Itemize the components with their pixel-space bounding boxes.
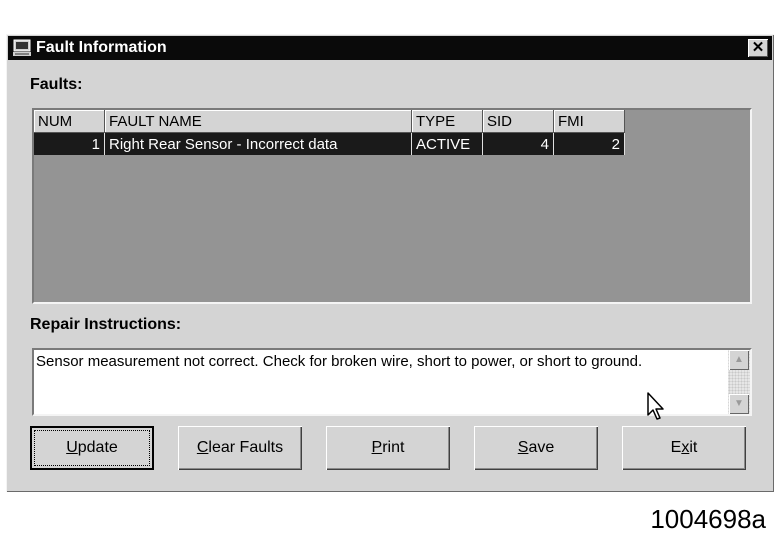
column-header-sid[interactable]: SID bbox=[482, 110, 554, 133]
print-label: rint bbox=[382, 439, 405, 456]
clear-faults-label: lear Faults bbox=[208, 439, 284, 456]
repair-instructions-textarea[interactable]: Sensor measurement not correct. Check fo… bbox=[32, 348, 752, 416]
exit-label-start: E bbox=[670, 439, 682, 456]
faults-list[interactable]: NUM FAULT NAME TYPE SID FMI 1 Right Rear… bbox=[32, 108, 752, 304]
exit-label-end: it bbox=[689, 439, 698, 456]
window-title: Fault Information bbox=[36, 39, 167, 56]
title-bar[interactable]: Fault Information ✕ bbox=[8, 36, 772, 60]
clear-faults-mnemonic: C bbox=[196, 439, 209, 456]
mouse-pointer-icon bbox=[647, 392, 664, 420]
clear-faults-button[interactable]: Clear Faults bbox=[178, 426, 302, 470]
scroll-down-icon[interactable]: ▼ bbox=[729, 394, 749, 414]
fault-num-cell: 1 bbox=[34, 132, 105, 155]
exit-button[interactable]: Exit bbox=[622, 426, 746, 470]
fault-name-cell: Right Rear Sensor - Incorrect data bbox=[104, 132, 412, 155]
computer-icon bbox=[13, 39, 31, 56]
fault-sid-cell: 4 bbox=[482, 132, 554, 155]
save-button[interactable]: Save bbox=[474, 426, 598, 470]
close-button[interactable]: ✕ bbox=[748, 39, 768, 57]
print-button[interactable]: Print bbox=[326, 426, 450, 470]
fault-type-cell: ACTIVE bbox=[411, 132, 483, 155]
column-header-num[interactable]: NUM bbox=[34, 110, 105, 133]
faults-table: NUM FAULT NAME TYPE SID FMI 1 Right Rear… bbox=[34, 110, 625, 155]
update-button[interactable]: Update bbox=[30, 426, 154, 470]
faults-label: Faults: bbox=[30, 76, 83, 93]
fault-information-window: Fault Information ✕ Faults: NUM FAULT NA… bbox=[6, 34, 774, 492]
column-header-fmi[interactable]: FMI bbox=[553, 110, 625, 133]
figure-id: 1004698a bbox=[650, 504, 766, 534]
table-row[interactable]: 1 Right Rear Sensor - Incorrect data ACT… bbox=[34, 132, 625, 155]
column-header-type[interactable]: TYPE bbox=[411, 110, 483, 133]
focus-rectangle bbox=[34, 430, 150, 466]
scroll-up-icon[interactable]: ▲ bbox=[729, 350, 749, 370]
vertical-scrollbar[interactable]: ▲ ▼ bbox=[728, 350, 750, 414]
repair-instructions-text: Sensor measurement not correct. Check fo… bbox=[36, 353, 643, 370]
save-label: ave bbox=[528, 439, 555, 456]
repair-instructions-label: Repair Instructions: bbox=[30, 316, 182, 333]
column-header-fault-name[interactable]: FAULT NAME bbox=[104, 110, 412, 133]
fault-fmi-cell: 2 bbox=[553, 132, 625, 155]
save-mnemonic: S bbox=[517, 439, 529, 456]
print-mnemonic: P bbox=[371, 439, 383, 456]
